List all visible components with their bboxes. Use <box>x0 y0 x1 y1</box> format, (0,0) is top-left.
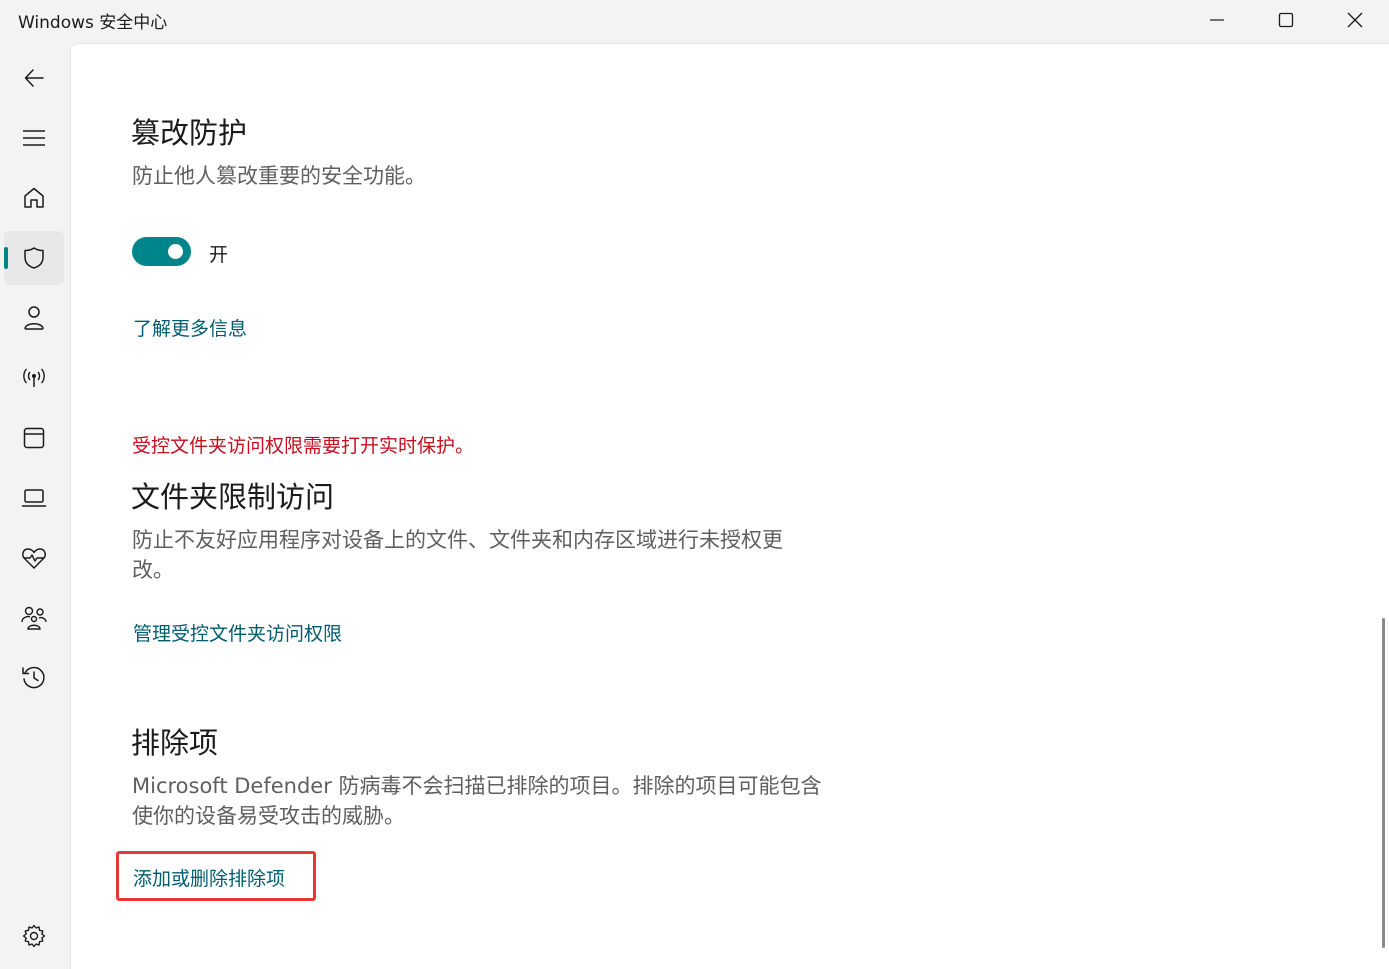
learn-more-link[interactable]: 了解更多信息 <box>133 314 247 341</box>
nav-settings[interactable] <box>4 909 64 963</box>
toggle-state-label: 开 <box>209 244 229 266</box>
nav-family-options[interactable] <box>4 591 64 645</box>
title-bar: Windows 安全中心 <box>0 0 1389 40</box>
maximize-button[interactable] <box>1252 0 1320 40</box>
window-title: Windows 安全中心 <box>18 13 168 33</box>
folder-access-description-line1: 防止不友好应用程序对设备上的文件、文件夹和内存区域进行未授权更 <box>132 528 783 552</box>
menu-icon <box>23 130 45 146</box>
back-arrow-icon <box>24 69 44 87</box>
home-icon <box>24 187 44 208</box>
app-browser-icon <box>23 427 45 449</box>
add-remove-exclusions-link[interactable]: 添加或删除排除项 <box>133 864 285 891</box>
person-icon <box>24 306 44 330</box>
folder-access-description-line2: 改。 <box>132 558 174 582</box>
tamper-protection-toggle[interactable] <box>132 237 191 266</box>
menu-button[interactable] <box>4 111 64 165</box>
heart-pulse-icon <box>22 548 46 569</box>
shield-icon <box>24 247 44 269</box>
nav-virus-protection[interactable] <box>4 231 64 285</box>
nav-app-browser-control[interactable] <box>4 411 64 465</box>
toggle-knob <box>168 244 183 259</box>
nav-home[interactable] <box>4 171 64 225</box>
maximize-icon <box>1278 12 1294 28</box>
tamper-protection-description: 防止他人篡改重要的安全功能。 <box>132 164 426 188</box>
wireless-icon <box>23 368 45 387</box>
manage-folder-access-link[interactable]: 管理受控文件夹访问权限 <box>133 619 342 646</box>
tamper-protection-title: 篡改防护 <box>131 116 248 150</box>
settings-gear-icon <box>22 924 46 948</box>
close-button[interactable] <box>1321 0 1389 40</box>
nav-account-protection[interactable] <box>4 291 64 345</box>
close-icon <box>1347 12 1363 28</box>
exclusions-description-line1: Microsoft Defender 防病毒不会扫描已排除的项目。排除的项目可能… <box>132 774 822 798</box>
minimize-button[interactable] <box>1183 0 1251 40</box>
navigation-rail <box>0 40 70 969</box>
vertical-scrollbar[interactable] <box>1382 618 1385 948</box>
back-button[interactable] <box>4 51 64 105</box>
nav-protection-history[interactable] <box>4 651 64 705</box>
exclusions-title: 排除项 <box>131 726 219 760</box>
laptop-icon <box>21 489 47 507</box>
history-icon <box>22 666 45 689</box>
nav-device-security[interactable] <box>4 471 64 525</box>
main-content: 篡改防护 防止他人篡改重要的安全功能。 开 了解更多信息 受控文件夹访问权限需要… <box>70 43 1389 969</box>
realtime-protection-warning: 受控文件夹访问权限需要打开实时保护。 <box>132 435 475 457</box>
minimize-icon <box>1210 19 1224 21</box>
family-icon <box>21 606 47 630</box>
exclusions-description-line2: 使你的设备易受攻击的威胁。 <box>132 804 405 828</box>
nav-device-performance[interactable] <box>4 531 64 585</box>
folder-access-title: 文件夹限制访问 <box>131 480 335 514</box>
nav-firewall-network[interactable] <box>4 351 64 405</box>
